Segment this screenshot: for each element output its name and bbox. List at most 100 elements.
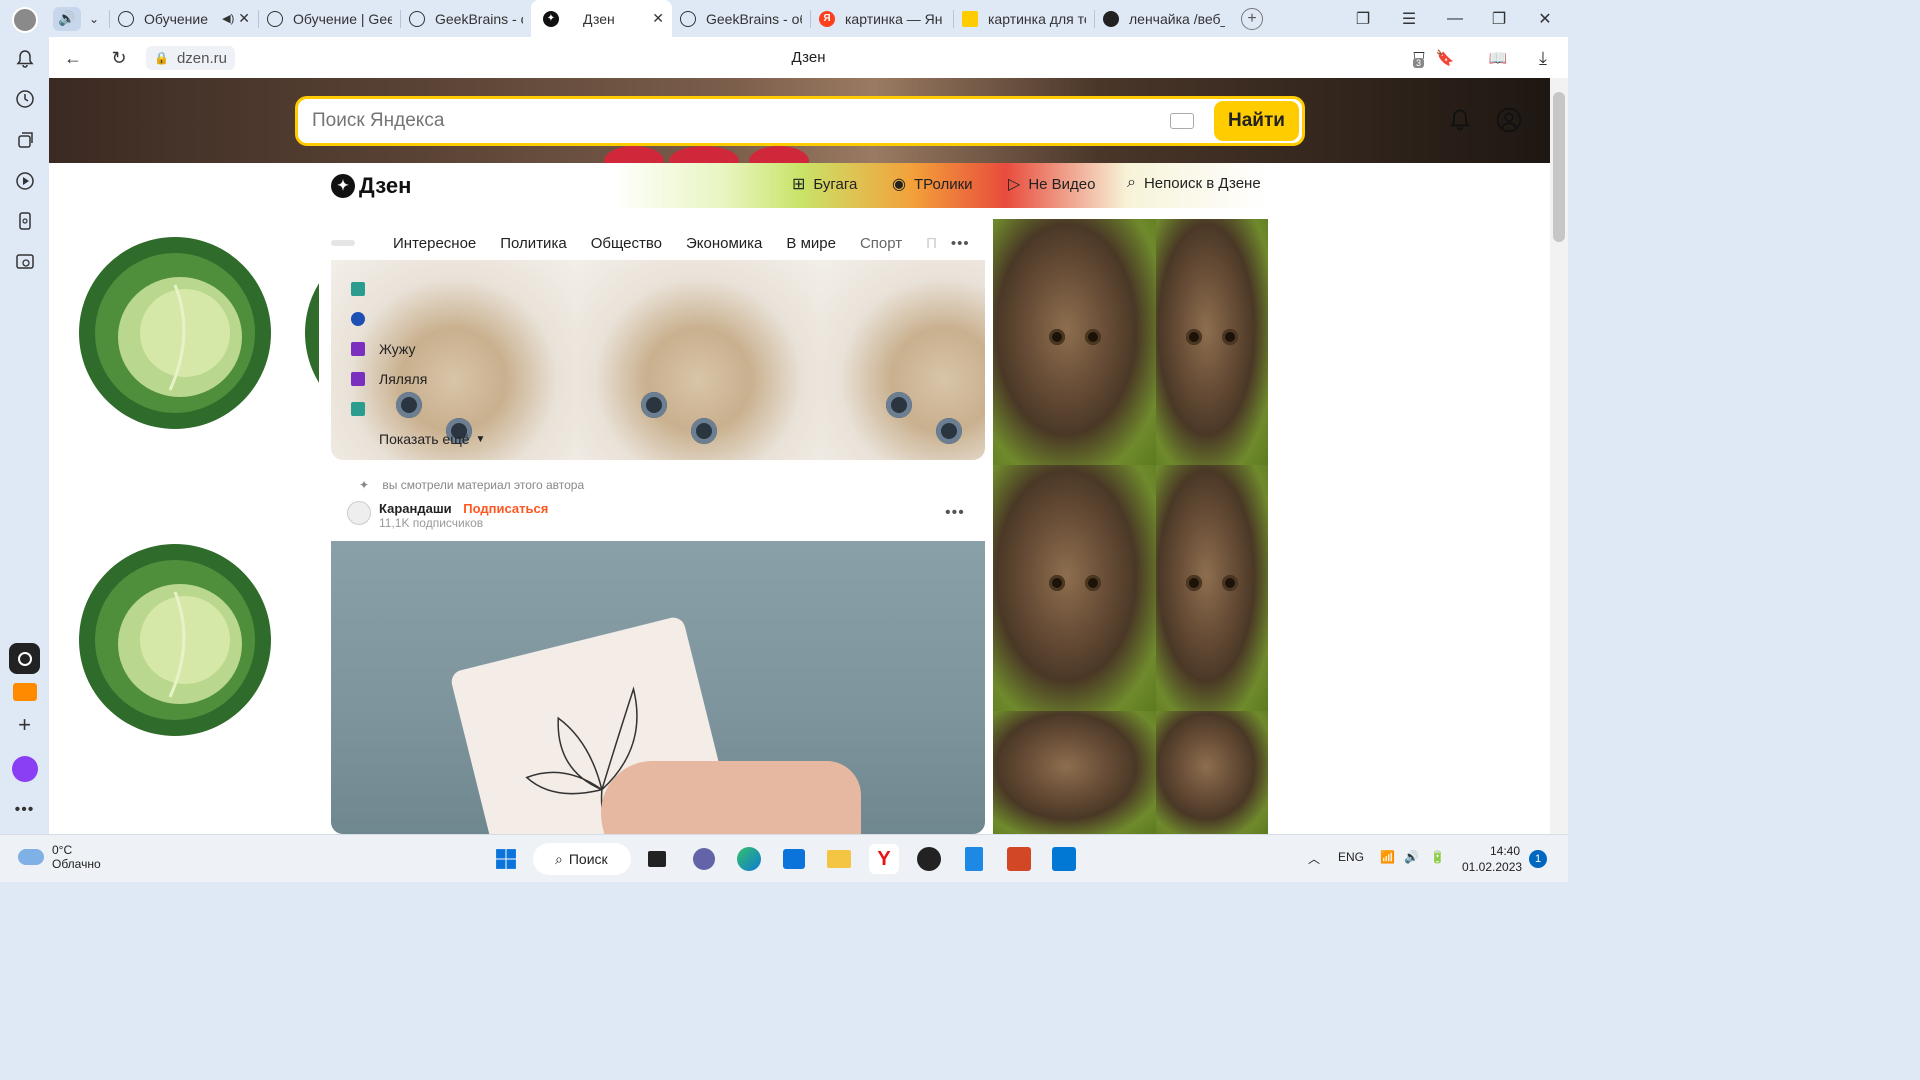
wifi-icon[interactable]: 📶 <box>1380 850 1395 864</box>
powerpoint-icon[interactable] <box>1004 844 1034 874</box>
phone-icon[interactable] <box>9 205 40 236</box>
new-tab-button[interactable]: + <box>1241 7 1263 30</box>
maximize-button[interactable]: ❐ <box>1476 0 1522 37</box>
bell-icon[interactable] <box>1446 106 1474 134</box>
collections-icon[interactable] <box>9 124 40 155</box>
source-item[interactable] <box>351 274 485 304</box>
profile-icon[interactable] <box>1495 106 1523 134</box>
show-more-button[interactable]: Показать ещё ▼ <box>351 424 485 454</box>
windows-start-icon[interactable] <box>491 844 521 874</box>
author-row: Карандаши Подписаться 11,1K подписчиков <box>347 501 548 530</box>
yandex-browser-icon[interactable]: Y <box>869 844 899 874</box>
tab-6[interactable]: картинка для те <box>954 0 1094 37</box>
category-tab[interactable]: Экономика <box>686 235 762 252</box>
source-item[interactable] <box>351 394 485 424</box>
tab-2[interactable]: GeekBrains - об <box>401 0 531 37</box>
source-icon <box>351 372 365 386</box>
post-video[interactable] <box>331 541 985 834</box>
taskbar-search[interactable]: ⌕ Поиск <box>533 843 631 875</box>
alice-icon[interactable] <box>9 753 40 784</box>
vscode-icon[interactable] <box>1049 844 1079 874</box>
source-item[interactable] <box>351 304 485 334</box>
category-tab[interactable]: В мире <box>786 235 836 252</box>
zen-nav-nepoisk[interactable]: ⌕ Непоиск в Дзене <box>1127 174 1261 192</box>
hand-image <box>601 761 861 834</box>
openai-icon <box>267 10 283 27</box>
more-icon[interactable]: ••• <box>9 794 40 825</box>
scrollbar-thumb[interactable] <box>1553 92 1565 242</box>
zen-logo[interactable]: ✦ Дзен <box>331 173 411 199</box>
clock[interactable]: 14:40 01.02.2023 <box>1462 843 1522 875</box>
kitten-image <box>576 260 821 460</box>
explorer-icon[interactable] <box>824 844 854 874</box>
url-field[interactable]: 🔒 dzen.ru <box>146 46 235 70</box>
tab-4[interactable]: GeekBrains - об <box>672 0 810 37</box>
tab-5[interactable]: Я картинка — Ян <box>811 0 953 37</box>
more-categories-icon[interactable]: ••• <box>951 235 970 252</box>
notification-badge[interactable]: 1 <box>1529 850 1547 868</box>
right-ad-banner[interactable] <box>993 219 1268 834</box>
reload-button[interactable]: ↻ <box>106 45 132 71</box>
profile-avatar[interactable] <box>9 4 40 35</box>
category-tab[interactable]: П <box>926 235 937 252</box>
add-icon[interactable]: + <box>9 709 40 740</box>
tab-0[interactable]: Обучение ◀) ✕ <box>110 0 258 37</box>
chevron-up-icon[interactable]: ︿ <box>1308 850 1320 867</box>
subscribe-button[interactable]: Подписаться <box>463 501 548 516</box>
bookmark-icon[interactable]: 🔖 <box>1432 45 1458 71</box>
weather-widget[interactable]: 0°C Облачно <box>18 843 101 871</box>
category-tab[interactable]: Политика <box>500 235 566 252</box>
category-tab[interactable]: Интересное <box>393 235 476 252</box>
zen-nav-troliki[interactable]: ◉ ТРолики <box>892 174 973 194</box>
close-icon[interactable]: ✕ <box>652 10 664 27</box>
media-player-icon[interactable] <box>914 844 944 874</box>
tab-3-active[interactable]: ✦ Дзен ✕ <box>531 0 672 37</box>
source-item[interactable]: Жужу <box>351 334 485 364</box>
zen-nav-bugaga[interactable]: ⊞ Бугага <box>792 174 857 194</box>
post-menu-icon[interactable]: ••• <box>945 504 965 522</box>
media-icon[interactable] <box>9 165 40 196</box>
source-label: Жужу <box>379 341 416 357</box>
page-scrollbar[interactable] <box>1550 78 1568 834</box>
source-item[interactable]: Ляляля <box>351 364 485 394</box>
download-icon[interactable]: ⤓ <box>1530 45 1556 71</box>
author-name[interactable]: Карандаши <box>379 501 452 516</box>
history-icon[interactable] <box>9 83 40 114</box>
yandex-music-icon[interactable] <box>9 643 40 674</box>
zen-nav-ne-video[interactable]: ▷ Не Видео <box>1008 174 1095 194</box>
category-tab[interactable]: Спорт <box>860 235 902 252</box>
teams-chat-icon[interactable] <box>689 844 719 874</box>
notepad-icon[interactable] <box>959 844 989 874</box>
volume-icon[interactable]: 🔊 <box>1404 850 1419 864</box>
tabs-overview-icon[interactable]: ❐ <box>1340 0 1386 37</box>
store-icon[interactable] <box>779 844 809 874</box>
back-button[interactable]: ← <box>60 45 86 71</box>
close-icon[interactable]: ✕ <box>238 10 250 27</box>
search-input[interactable] <box>312 110 1170 132</box>
task-view-icon[interactable] <box>642 844 672 874</box>
bell-icon[interactable] <box>9 43 40 74</box>
left-ad-banner[interactable] <box>65 180 319 834</box>
tab-7[interactable]: ленчайка /веб_ <box>1095 0 1233 37</box>
weather-desc: Облачно <box>52 857 101 871</box>
menu-icon[interactable]: ☰ <box>1386 0 1432 37</box>
speaker-icon[interactable]: 🔊 <box>53 6 81 31</box>
category-tab[interactable]: Общество <box>591 235 662 252</box>
url-text: dzen.ru <box>176 49 227 67</box>
find-button[interactable]: Найти <box>1214 101 1299 141</box>
minimize-button[interactable]: — <box>1432 0 1478 37</box>
screenshot-icon[interactable] <box>9 246 40 277</box>
keyboard-icon[interactable] <box>1170 113 1194 129</box>
close-window-button[interactable]: ✕ <box>1522 0 1568 37</box>
muted-speaker-icon[interactable]: ◀) <box>222 12 234 25</box>
tab-audio-control[interactable]: 🔊 ⌄ <box>49 0 109 37</box>
battery-icon[interactable]: 🔋 <box>1430 850 1445 864</box>
mail-icon[interactable] <box>9 676 40 707</box>
author-avatar[interactable] <box>347 501 371 525</box>
reader-icon[interactable]: 📖 <box>1485 45 1511 71</box>
chevron-down-icon[interactable]: ⌄ <box>89 12 99 26</box>
tab-1[interactable]: Обучение | Gee <box>259 0 400 37</box>
feed-card: Интересное Политика Общество Экономика В… <box>331 219 985 460</box>
language-indicator[interactable]: ENG <box>1338 850 1364 864</box>
edge-icon[interactable] <box>734 844 764 874</box>
